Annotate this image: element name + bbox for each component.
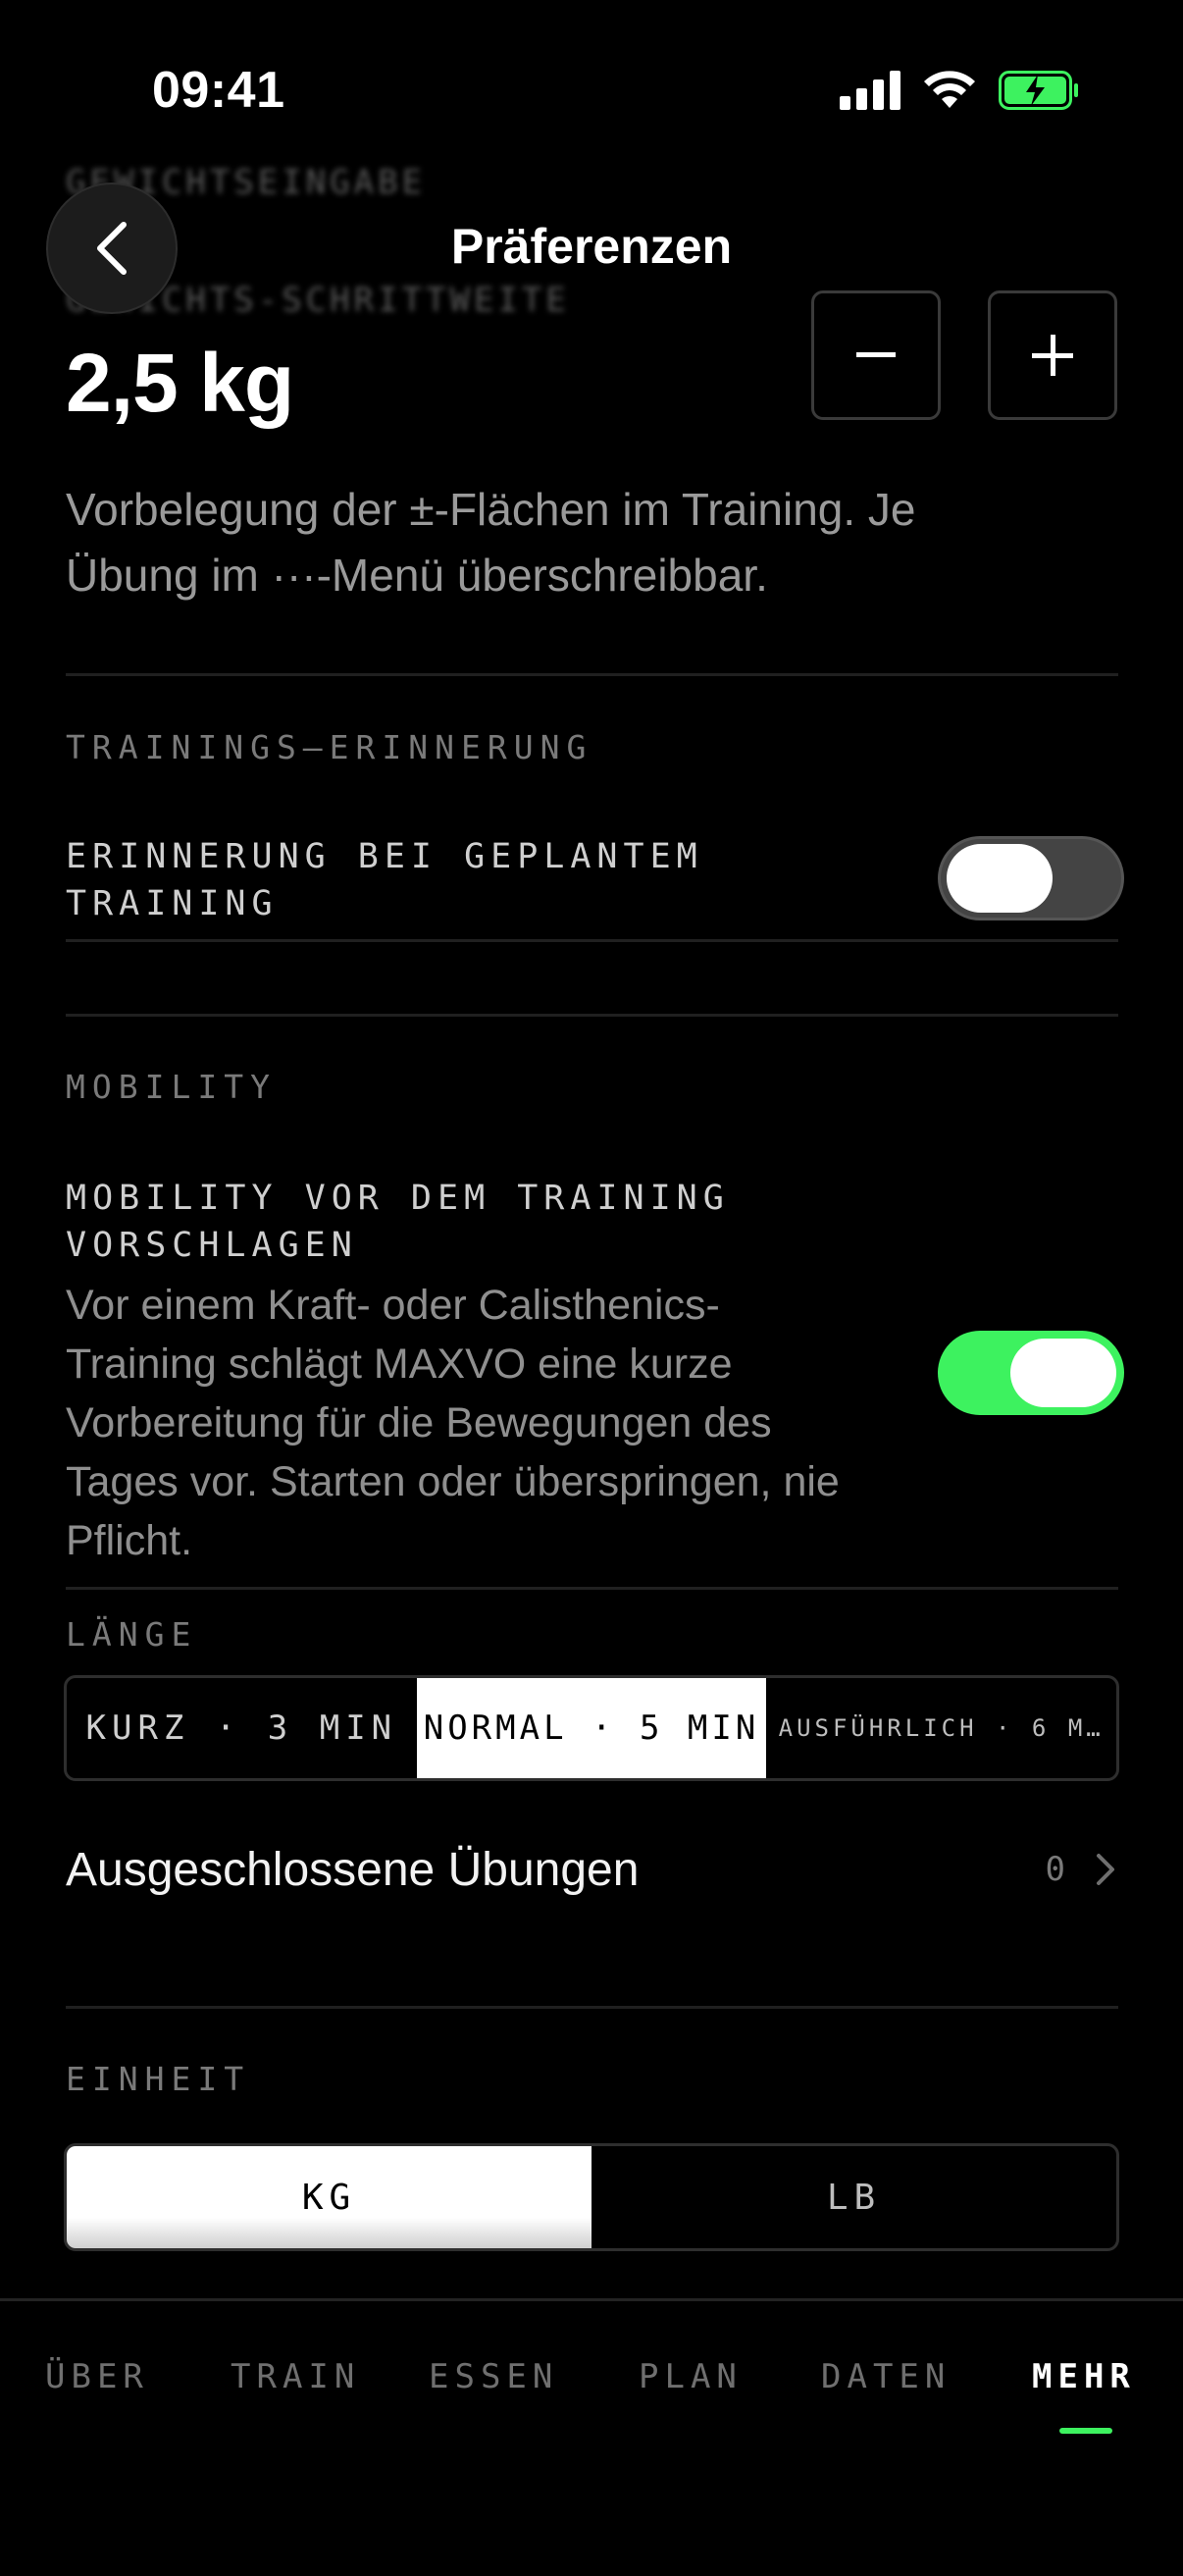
unit-option-kg[interactable]: KG xyxy=(67,2146,592,2248)
unit-segmented-control: KG LB xyxy=(64,2143,1119,2251)
divider xyxy=(66,673,1118,676)
mobility-description: Vor einem Kraft- oder Calisthenics-Train… xyxy=(66,1282,840,1564)
weight-step-value: 2,5 kg xyxy=(66,337,294,429)
divider xyxy=(66,2006,1118,2009)
length-label: LÄNGE xyxy=(66,1615,198,1654)
section-label-mobility: MOBILITY xyxy=(66,1068,277,1106)
excluded-exercises-count: 0 xyxy=(1045,1850,1065,1889)
tab-mehr[interactable]: MEHR xyxy=(1032,2357,1136,2396)
row-divider xyxy=(66,939,1118,942)
length-option-long[interactable]: AUSFÜHRLICH · 6 M… xyxy=(766,1678,1116,1778)
active-tab-indicator xyxy=(1059,2428,1112,2434)
increment-button[interactable] xyxy=(988,290,1117,420)
decrement-button[interactable] xyxy=(811,290,941,420)
mobility-toggle[interactable] xyxy=(938,1331,1124,1415)
length-option-short[interactable]: KURZ · 3 MIN xyxy=(67,1678,417,1778)
wifi-icon xyxy=(924,71,975,108)
page-title: Präferenzen xyxy=(450,219,733,274)
tab-essen[interactable]: ESSEN xyxy=(429,2357,558,2396)
tab-plan[interactable]: PLAN xyxy=(639,2357,743,2396)
reminder-label: ERINNERUNG BEI GEPLANTEM TRAINING xyxy=(66,833,703,927)
reminder-label-line1: ERINNERUNG BEI GEPLANTEM xyxy=(66,837,703,876)
plus-icon xyxy=(1032,335,1073,376)
tab-ueber[interactable]: ÜBER xyxy=(45,2357,149,2396)
battery-charging-icon xyxy=(999,71,1078,110)
toggle-knob xyxy=(947,844,1053,913)
minus-icon xyxy=(856,352,896,357)
tab-train[interactable]: TRAIN xyxy=(231,2357,360,2396)
reminder-label-line2: TRAINING xyxy=(66,884,279,923)
weight-step-description: Vorbelegung der ±-Flächen im Training. J… xyxy=(66,484,916,601)
row-divider xyxy=(66,1587,1118,1590)
tab-daten[interactable]: DATEN xyxy=(821,2357,951,2396)
length-segmented-control: KURZ · 3 MIN NORMAL · 5 MIN AUSFÜHRLICH … xyxy=(64,1675,1119,1781)
divider xyxy=(66,1014,1118,1017)
mobility-label-line2: VORSCHLAGEN xyxy=(66,1226,358,1265)
chevron-right-icon xyxy=(1097,1854,1114,1885)
mobility-label: MOBILITY VOR DEM TRAINING VORSCHLAGEN xyxy=(66,1175,730,1269)
excluded-exercises-title[interactable]: Ausgeschlossene Übungen xyxy=(66,1843,639,1897)
toggle-knob xyxy=(1010,1339,1116,1407)
unit-option-lb[interactable]: LB xyxy=(592,2146,1116,2248)
mobility-label-line1: MOBILITY VOR DEM TRAINING xyxy=(66,1179,730,1218)
status-time: 09:41 xyxy=(152,62,285,119)
status-icons xyxy=(840,71,1079,110)
tab-bar xyxy=(0,2298,1183,2576)
reminder-toggle[interactable] xyxy=(938,836,1124,920)
section-label-unit: EINHEIT xyxy=(66,2060,251,2098)
section-label-training-reminder: TRAININGS–ERINNERUNG xyxy=(66,728,593,766)
length-option-normal[interactable]: NORMAL · 5 MIN xyxy=(416,1678,767,1778)
signal-icon xyxy=(840,71,900,110)
